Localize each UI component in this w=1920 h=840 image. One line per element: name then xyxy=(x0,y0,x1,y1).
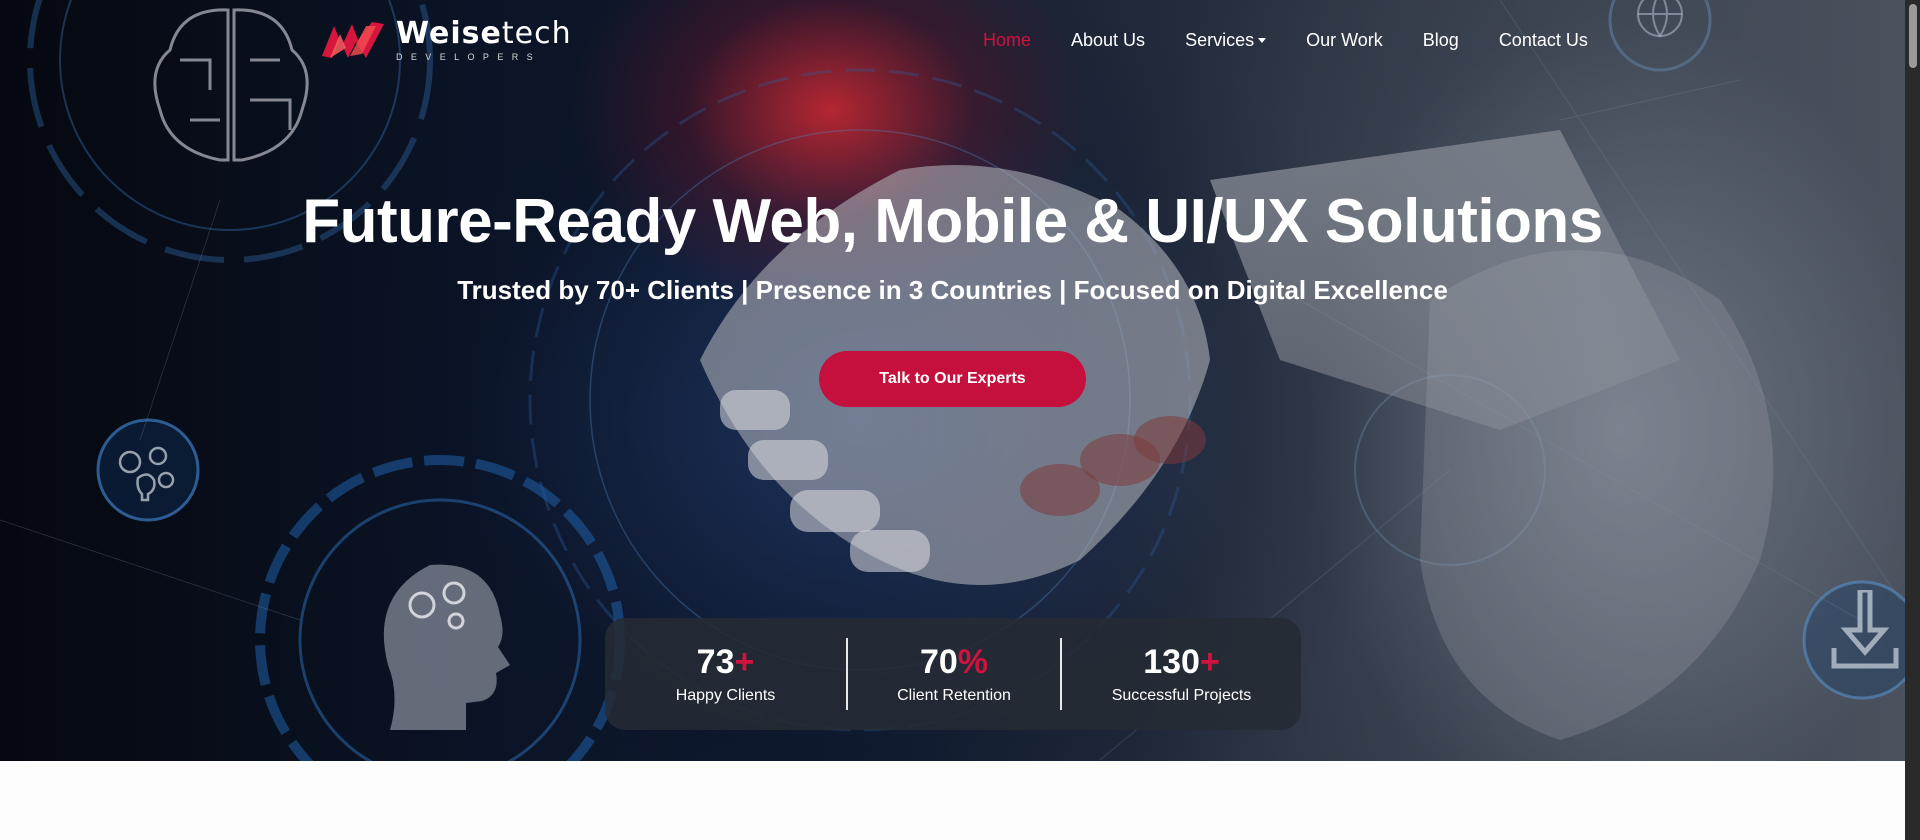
brain-circuit-icon xyxy=(153,8,309,162)
stat-value: 130+ xyxy=(1143,643,1220,681)
main-nav: Home About Us Services Our Work Blog Con… xyxy=(963,28,1608,52)
nav-blog[interactable]: Blog xyxy=(1403,28,1479,52)
gears-bulb-icon xyxy=(118,446,175,502)
hero-subline: Trusted by 70+ Clients | Presence in 3 C… xyxy=(457,275,1448,305)
logo-mark-icon xyxy=(322,22,384,58)
nav-services[interactable]: Services xyxy=(1165,28,1286,52)
talk-to-experts-button[interactable]: Talk to Our Experts xyxy=(819,351,1086,407)
nav-our-work[interactable]: Our Work xyxy=(1286,28,1403,52)
stat-client-retention: 70% Client Retention xyxy=(848,638,1060,710)
stat-value: 73+ xyxy=(696,643,755,681)
nav-about-us[interactable]: About Us xyxy=(1051,28,1165,52)
stat-label: Successful Projects xyxy=(1111,687,1252,704)
stat-label: Happy Clients xyxy=(675,687,776,704)
nav-contact-us[interactable]: Contact Us xyxy=(1479,28,1608,52)
chevron-down-icon xyxy=(1258,37,1267,43)
stat-value: 70% xyxy=(919,643,989,681)
page-scrollbar[interactable] xyxy=(1905,0,1920,840)
hero-headline: Future-Ready Web, Mobile & UI/UX Solutio… xyxy=(302,187,1603,256)
stat-successful-projects: 130+ Successful Projects xyxy=(1062,638,1301,710)
hero-section: Weisetech DEVELOPERS Home About Us Servi… xyxy=(0,0,1905,761)
brand-name: Weisetech xyxy=(396,15,572,51)
nav-home[interactable]: Home xyxy=(963,28,1051,52)
stats-card: 73+ Happy Clients 70% Client Retention 1… xyxy=(605,618,1301,730)
head-gears-icon xyxy=(383,564,510,730)
scrollbar-thumb[interactable] xyxy=(1909,4,1917,68)
download-icon xyxy=(1831,590,1899,669)
stat-label: Client Retention xyxy=(897,687,1011,704)
next-section xyxy=(0,761,1905,840)
globe-icon xyxy=(1637,0,1683,38)
brand-tagline: DEVELOPERS xyxy=(396,51,542,62)
stat-happy-clients: 73+ Happy Clients xyxy=(605,638,846,710)
brand-logo[interactable]: Weisetech DEVELOPERS xyxy=(320,18,572,62)
nav-services-label: Services xyxy=(1185,29,1255,50)
